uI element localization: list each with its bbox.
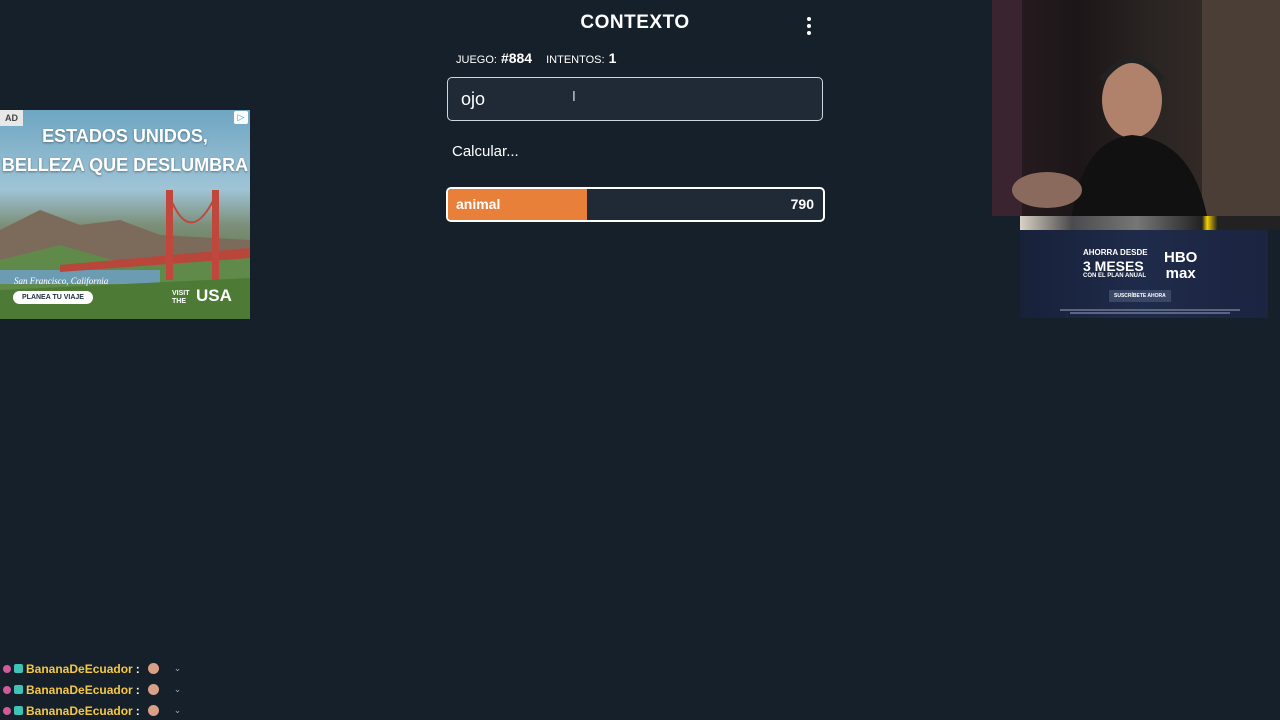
app-title: CONTEXTO	[580, 12, 690, 33]
chat-badge-icon	[3, 706, 11, 715]
chat-colon: :	[135, 703, 140, 718]
hbo-logo-line-2: max	[1165, 265, 1196, 282]
chat-emote-icon	[147, 684, 159, 695]
chat-tail-icon: ⌄	[173, 705, 182, 715]
kebab-menu-icon[interactable]	[798, 14, 820, 38]
guess-input[interactable]	[447, 77, 823, 121]
ad-brand-visit: VISIT	[172, 290, 190, 297]
attempts-count: 1	[608, 50, 617, 66]
ad-hbo-cta-button[interactable]: SUSCRÍBETE AHORA	[1109, 290, 1171, 302]
hbo-max-logo: HBO max	[1164, 250, 1197, 282]
chat-emote-icon	[147, 663, 159, 674]
chat-badge-icon	[3, 685, 11, 694]
chat-message: BananaDeEcuador : ⌄	[3, 679, 263, 700]
guess-word: animal	[456, 196, 501, 212]
game-stats: JUEGO: #884 INTENTOS: 1	[456, 50, 616, 66]
chat-sub-badge-icon	[14, 706, 23, 715]
ad-banner-hbo[interactable]: AHORRA DESDE 3 MESES CON EL PLAN ANUAL H…	[1020, 230, 1268, 318]
chat-colon: :	[135, 661, 140, 676]
ad-headline: ESTADOS UNIDOS, BELLEZA QUE DESLUMBRA	[0, 122, 250, 180]
chat-colon: :	[135, 682, 140, 697]
chat-overlay: BananaDeEcuador : ⌄ BananaDeEcuador : ⌄ …	[3, 658, 263, 720]
chat-message: BananaDeEcuador : ⌄	[3, 700, 263, 720]
chat-username: BananaDeEcuador	[26, 661, 133, 676]
chat-username: BananaDeEcuador	[26, 682, 133, 697]
ad-cta-button[interactable]: PLANEA TU VIAJE	[13, 291, 93, 304]
chat-sub-badge-icon	[14, 664, 23, 673]
guess-row: animal 790	[446, 187, 825, 222]
chat-emote-icon	[147, 705, 159, 716]
page: CONTEXTO JUEGO: #884 INTENTOS: 1 I Calcu…	[0, 0, 1280, 720]
ad-headline-line-2: BELLEZA QUE DESLUMBRA	[1, 155, 249, 175]
webcam-feed	[992, 0, 1280, 216]
attempts-label: INTENTOS:	[546, 54, 605, 66]
status-text: Calcular...	[452, 143, 519, 160]
ad-brand-prefix: VISIT THE	[172, 290, 190, 306]
game-number: #884	[500, 50, 533, 66]
ad-fine-print	[1060, 309, 1240, 314]
ad-headline-line-1: ESTADOS UNIDOS,	[42, 126, 208, 146]
chat-sub-badge-icon	[14, 685, 23, 694]
ad-caption: San Francisco, California	[14, 276, 109, 286]
chat-tail-icon: ⌄	[173, 684, 182, 694]
chat-tail-icon: ⌄	[173, 663, 182, 673]
ad-brand-usa: USA	[196, 286, 232, 305]
webcam-desk-strip	[1020, 216, 1280, 230]
ad-hbo-sub: CON EL PLAN ANUAL	[1083, 273, 1146, 279]
chat-badge-icon	[3, 664, 11, 673]
hbo-logo-line-1: HBO	[1164, 249, 1198, 266]
chat-message: BananaDeEcuador : ⌄	[3, 658, 263, 679]
ad-brand-the: THE	[172, 298, 186, 305]
ad-banner-usa[interactable]: AD ▷ ESTADOS UNIDOS, BELLEZA QUE DESLUMB…	[0, 110, 250, 319]
game-label: JUEGO:	[456, 54, 497, 66]
webcam-image	[992, 0, 1280, 216]
ad-hbo-pre: AHORRA DESDE	[1083, 248, 1148, 257]
ad-hbo-main: 3 MESES	[1083, 258, 1144, 274]
guess-rank: 790	[790, 196, 814, 212]
chat-username: BananaDeEcuador	[26, 703, 133, 718]
